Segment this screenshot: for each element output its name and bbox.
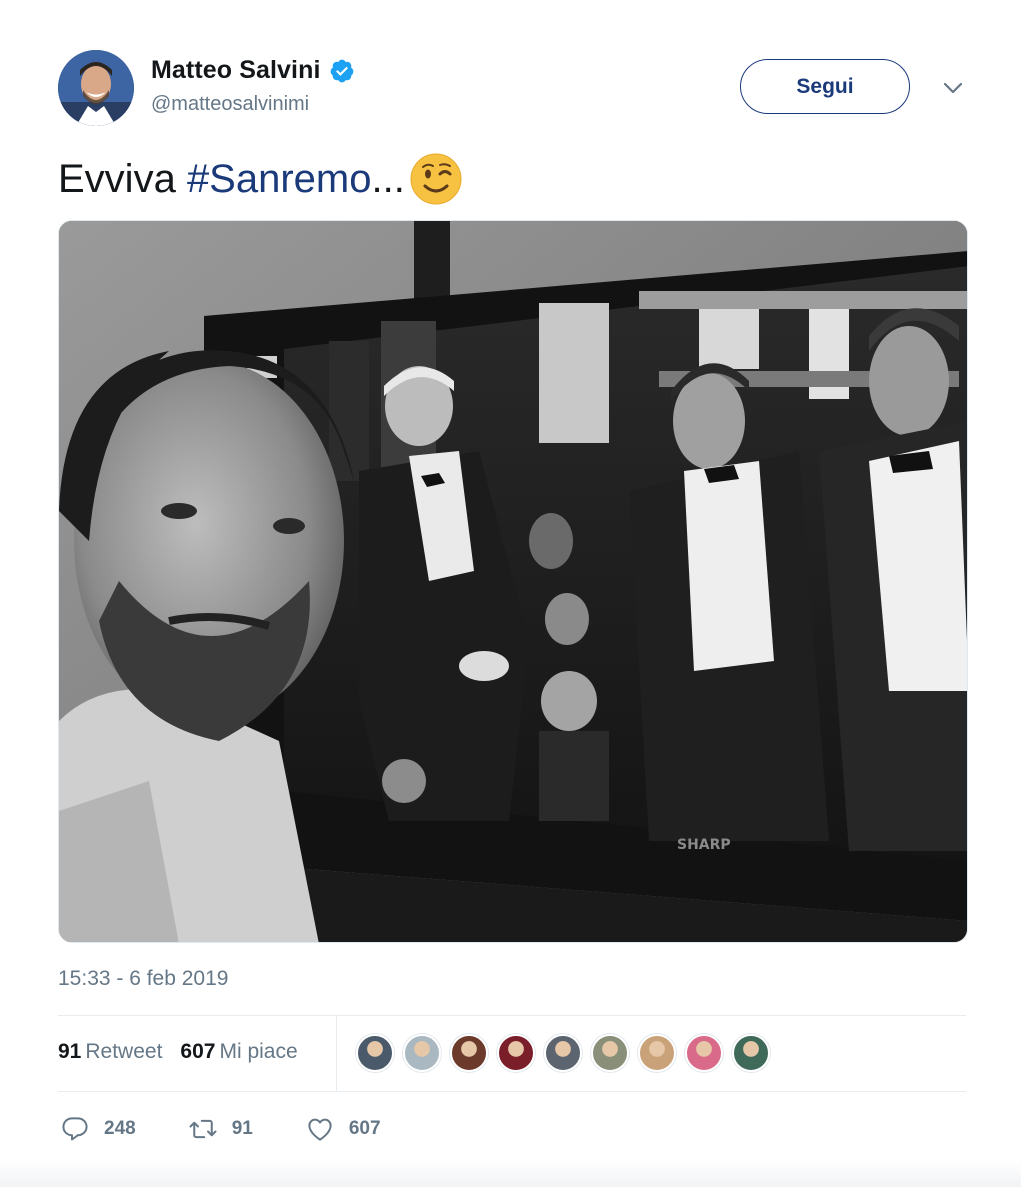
author-avatar[interactable] [58, 50, 134, 126]
author-name-block[interactable]: Matteo Salvini @matteosalvinimi [151, 56, 355, 116]
tweet-photo[interactable]: SHARP [58, 220, 968, 943]
tweet-text-suffix: ... [371, 157, 405, 201]
page-bottom-fade [0, 1160, 1021, 1187]
like-count: 607 [348, 1118, 381, 1139]
reply-count: 248 [104, 1118, 136, 1139]
chevron-down-icon[interactable] [940, 78, 966, 98]
retweet-button[interactable]: 91 [188, 1114, 253, 1144]
liker-avatars [356, 1034, 770, 1072]
reply-button[interactable]: 248 [60, 1114, 136, 1144]
liker-avatar[interactable] [732, 1034, 770, 1072]
winking-face-icon [409, 152, 463, 206]
tweet-timestamp[interactable]: 15:33 - 6 feb 2019 [58, 967, 228, 991]
liker-avatar[interactable] [450, 1034, 488, 1072]
tweet-stats: 91 Retweet 607 Mi piace [58, 1015, 966, 1092]
stats-divider [336, 1016, 337, 1092]
retweets-count: 91 [58, 1040, 82, 1063]
tweet-text-prefix: Evviva [58, 157, 187, 201]
follow-button[interactable]: Segui [740, 59, 910, 114]
heart-icon [308, 1118, 332, 1141]
likes-count: 607 [180, 1040, 216, 1063]
retweet-icon [189, 1119, 217, 1139]
liker-avatar[interactable] [497, 1034, 535, 1072]
liker-avatar[interactable] [403, 1034, 441, 1072]
retweets-label: Retweet [85, 1040, 163, 1063]
tweet-text: Evviva #Sanremo ... [58, 152, 463, 206]
verified-badge-icon [329, 58, 355, 84]
like-button[interactable]: 607 [305, 1114, 381, 1144]
likes-label: Mi piace [219, 1040, 298, 1063]
reply-icon [62, 1117, 88, 1141]
retweets-stat[interactable]: 91 Retweet [58, 1040, 162, 1064]
tweet-card: Matteo Salvini @matteosalvinimi Segui Ev… [0, 0, 1021, 1187]
likes-stat[interactable]: 607 Mi piace [180, 1040, 297, 1064]
liker-avatar[interactable] [638, 1034, 676, 1072]
liker-avatar[interactable] [591, 1034, 629, 1072]
author-display-name[interactable]: Matteo Salvini [151, 56, 321, 85]
hashtag-link[interactable]: #Sanremo [187, 153, 372, 205]
liker-avatar[interactable] [544, 1034, 582, 1072]
tv-brand-label: SHARP [677, 837, 731, 853]
liker-avatar[interactable] [356, 1034, 394, 1072]
retweet-count: 91 [231, 1118, 253, 1139]
author-handle[interactable]: @matteosalvinimi [151, 93, 355, 116]
liker-avatar[interactable] [685, 1034, 723, 1072]
tweet-actions: 248 91 607 [60, 1114, 381, 1144]
